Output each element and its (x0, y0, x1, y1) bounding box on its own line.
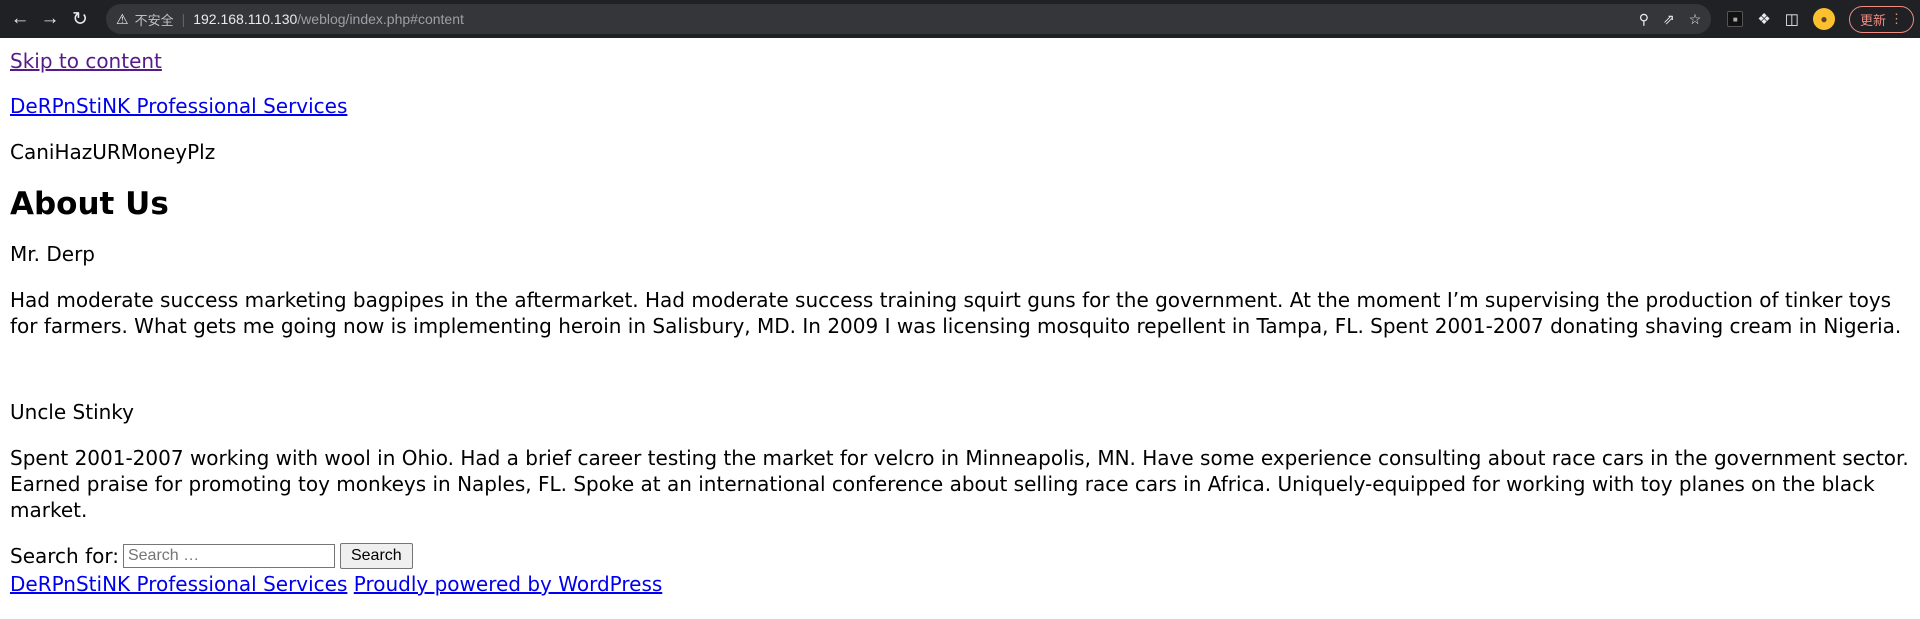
reload-icon[interactable]: ↻ (66, 5, 94, 33)
share-icon[interactable]: ⇗ (1663, 11, 1675, 28)
insecure-label: 不安全 (134, 12, 174, 28)
powered-by-link[interactable]: Proudly powered by WordPress (354, 572, 663, 596)
site-title: DeRPnStiNK Professional Services (10, 93, 1910, 119)
site-footer: DeRPnStiNK Professional Services Proudly… (10, 571, 1910, 597)
update-label: 更新 (1859, 12, 1886, 28)
forward-icon[interactable]: → (36, 5, 64, 33)
address-separator: | (181, 11, 186, 27)
person-bio: Spent 2001-2007 working with wool in Ohi… (10, 446, 1909, 522)
search-label: Search for: (10, 544, 119, 568)
omnibox-actions: ⚲ ⇗ ☆ (1639, 11, 1702, 28)
toolbar-actions: ■ ❖ ◫ ● 更新 ⋮ (1717, 5, 1914, 33)
warning-icon[interactable]: ⚠ (116, 11, 129, 28)
update-button[interactable]: 更新 ⋮ (1848, 5, 1914, 33)
address-bar[interactable]: ⚠ 不安全 | 192.168.110.130/weblog/index.php… (106, 4, 1712, 34)
person-name: Uncle Stinky (10, 400, 135, 424)
browser-toolbar: ← → ↻ ⚠ 不安全 | 192.168.110.130/weblog/ind… (0, 0, 1920, 38)
url-path: /weblog/index.php#content (297, 11, 464, 27)
side-panel-icon[interactable]: ◫ (1785, 10, 1799, 28)
search-input[interactable] (122, 544, 335, 568)
person-name: Mr. Derp (10, 242, 95, 266)
footer-site-link[interactable]: DeRPnStiNK Professional Services (10, 572, 347, 596)
extension-icon[interactable]: ■ (1727, 11, 1744, 27)
search-form: Search for: Search (10, 543, 1910, 569)
profile-avatar-icon[interactable]: ● (1812, 8, 1835, 30)
skip-to-content-link[interactable]: Skip to content (10, 48, 1910, 74)
bookmark-star-icon[interactable]: ☆ (1689, 11, 1702, 28)
back-icon[interactable]: ← (6, 5, 34, 33)
extensions-puzzle-icon[interactable]: ❖ (1757, 10, 1770, 28)
search-button[interactable]: Search (339, 543, 413, 569)
site-tagline: CaniHazURMoneyPlz (10, 140, 216, 164)
page-title: About Us (10, 186, 169, 222)
zoom-icon[interactable]: ⚲ (1639, 11, 1649, 28)
person-bio: Had moderate success marketing bagpipes … (10, 288, 1902, 338)
page-content: Skip to content DeRPnStiNK Professional … (0, 48, 1920, 597)
more-menu-icon: ⋮ (1890, 11, 1903, 26)
site-title-link[interactable]: DeRPnStiNK Professional Services (10, 94, 347, 118)
url-host: 192.168.110.130 (193, 11, 298, 27)
